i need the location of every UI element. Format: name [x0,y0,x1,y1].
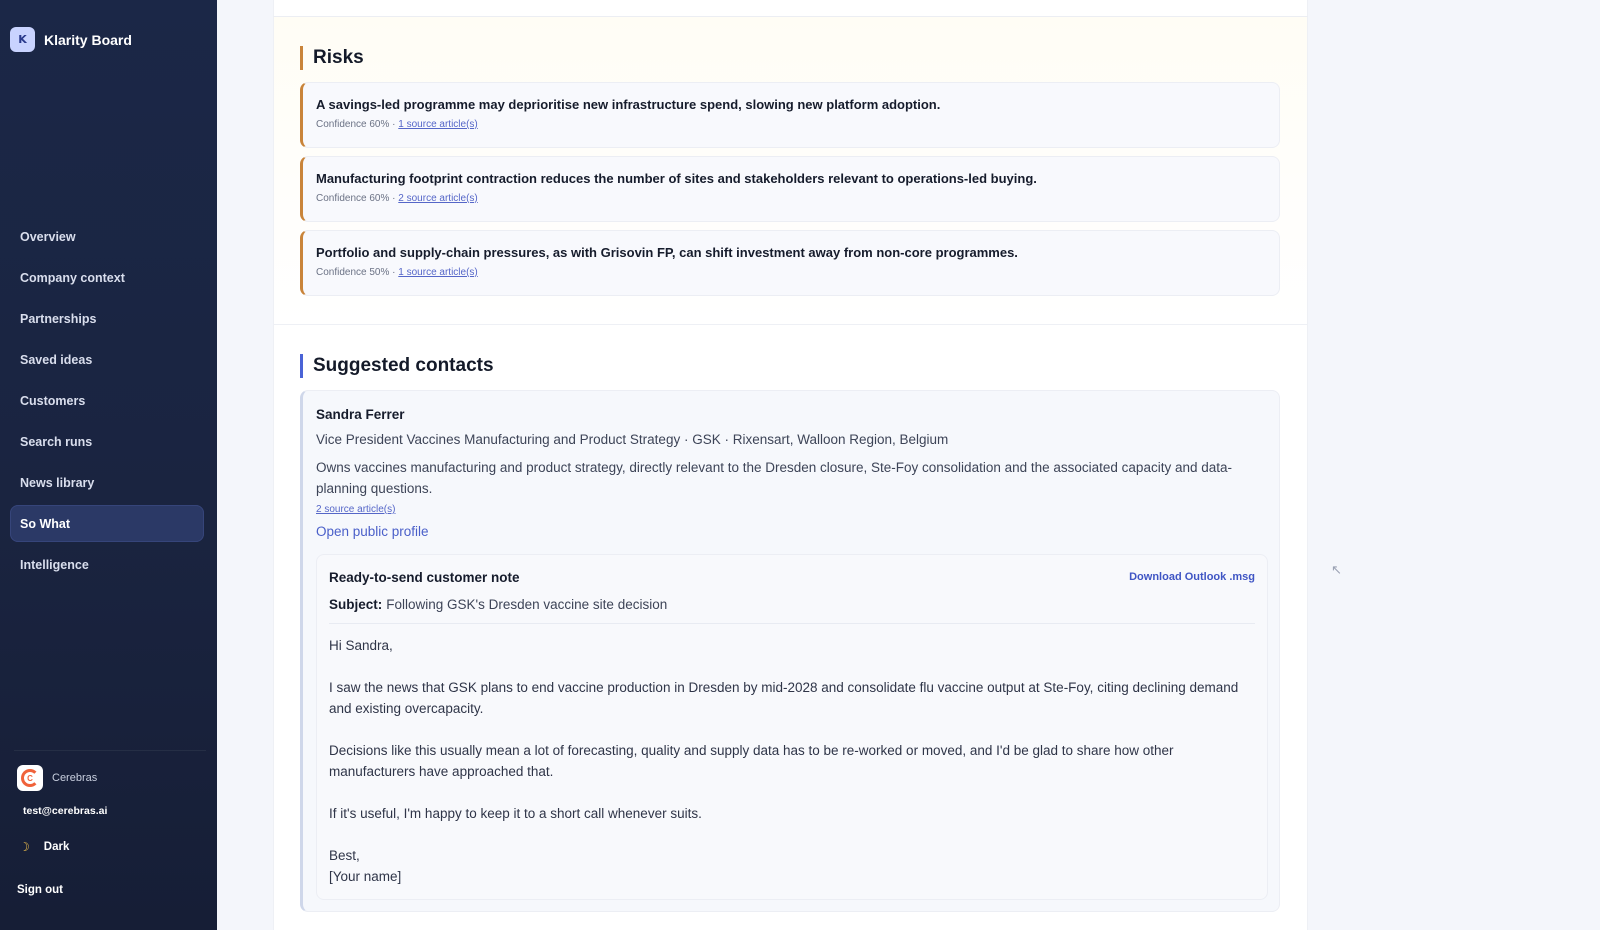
sidebar: K Klarity Board Overview Company context… [0,0,217,930]
risk-confidence: Confidence 60% · [316,193,396,204]
risk-source-link[interactable]: 2 source article(s) [398,193,477,204]
contact-name: Sandra Ferrer [316,407,405,422]
download-outlook-msg-button[interactable]: Download Outlook .msg [1129,571,1255,583]
mouse-cursor-icon: ↖ [1331,562,1342,577]
moon-icon: ☽ [19,840,30,854]
sidebar-item-news-library[interactable]: News library [10,464,204,501]
sidebar-item-overview[interactable]: Overview [10,218,204,255]
risk-card: Manufacturing footprint contraction redu… [300,156,1280,222]
risk-text: Manufacturing footprint contraction redu… [316,171,1037,186]
theme-toggle[interactable]: ☽ Dark [19,840,69,854]
brand[interactable]: K Klarity Board [10,27,132,52]
risk-meta: Confidence 60% · 1 source article(s) [316,119,1279,130]
contact-description: Owns vaccines manufacturing and product … [316,460,1232,496]
risk-source-link[interactable]: 1 source article(s) [398,119,477,130]
risks-heading: Risks [300,46,364,70]
risk-source-link[interactable]: 1 source article(s) [398,267,477,278]
note-subject: Subject: Following GSK's Dresden vaccine … [329,597,667,612]
sidebar-item-saved-ideas[interactable]: Saved ideas [10,341,204,378]
sidebar-item-company-context[interactable]: Company context [10,259,204,296]
theme-label: Dark [43,841,70,853]
note-body: Hi Sandra, I saw the news that GSK plans… [329,635,1255,887]
risk-meta: Confidence 60% · 2 source article(s) [316,193,1279,204]
sidebar-item-search-runs[interactable]: Search runs [10,423,204,460]
brand-logo: K [10,27,35,52]
note-divider [329,623,1255,624]
sign-out-button[interactable]: Sign out [17,884,63,896]
risk-confidence: Confidence 60% · [316,119,396,130]
customer-note: Ready-to-send customer note Download Out… [316,554,1268,900]
user-email: test@cerebras.ai [23,805,108,817]
risk-text: A savings-led programme may deprioritise… [316,97,941,112]
sidebar-item-so-what[interactable]: So What [10,505,204,542]
sidebar-divider [14,750,206,751]
brand-name: Klarity Board [44,31,132,48]
risk-text: Portfolio and supply-chain pressures, as… [316,245,1018,260]
note-paragraph: I saw the news that GSK plans to end vac… [329,680,1239,716]
org-name: Cerebras [52,772,98,784]
note-signoff: Best, [329,848,360,863]
sidebar-item-customers[interactable]: Customers [10,382,204,419]
note-greeting: Hi Sandra, [329,638,393,653]
risk-card: Portfolio and supply-chain pressures, as… [300,230,1280,296]
subject-label: Subject: [329,597,383,612]
sidebar-item-intelligence[interactable]: Intelligence [10,546,204,583]
note-signature: [Your name] [329,869,402,884]
note-heading: Ready-to-send customer note [329,570,520,585]
org-logo: C [17,765,43,791]
sidebar-nav: Overview Company context Partnerships Sa… [10,218,204,587]
risk-confidence: Confidence 50% · [316,267,396,278]
risk-card: A savings-led programme may deprioritise… [300,82,1280,148]
contact-card: Sandra Ferrer Vice President Vaccines Ma… [300,390,1280,912]
note-paragraph: If it's useful, I'm happy to keep it to … [329,806,702,821]
contact-role: Vice President Vaccines Manufacturing an… [316,432,949,447]
risk-meta: Confidence 50% · 1 source article(s) [316,267,1279,278]
sidebar-item-partnerships[interactable]: Partnerships [10,300,204,337]
org-switcher[interactable]: C Cerebras [17,765,97,791]
cerebras-logo-icon: C [21,769,39,787]
suggested-contacts-heading: Suggested contacts [300,354,494,378]
contact-source-link[interactable]: 2 source article(s) [316,504,395,515]
subject-text: Following GSK's Dresden vaccine site dec… [386,597,668,612]
open-public-profile-link[interactable]: Open public profile [316,524,429,539]
note-paragraph: Decisions like this usually mean a lot o… [329,743,1174,779]
